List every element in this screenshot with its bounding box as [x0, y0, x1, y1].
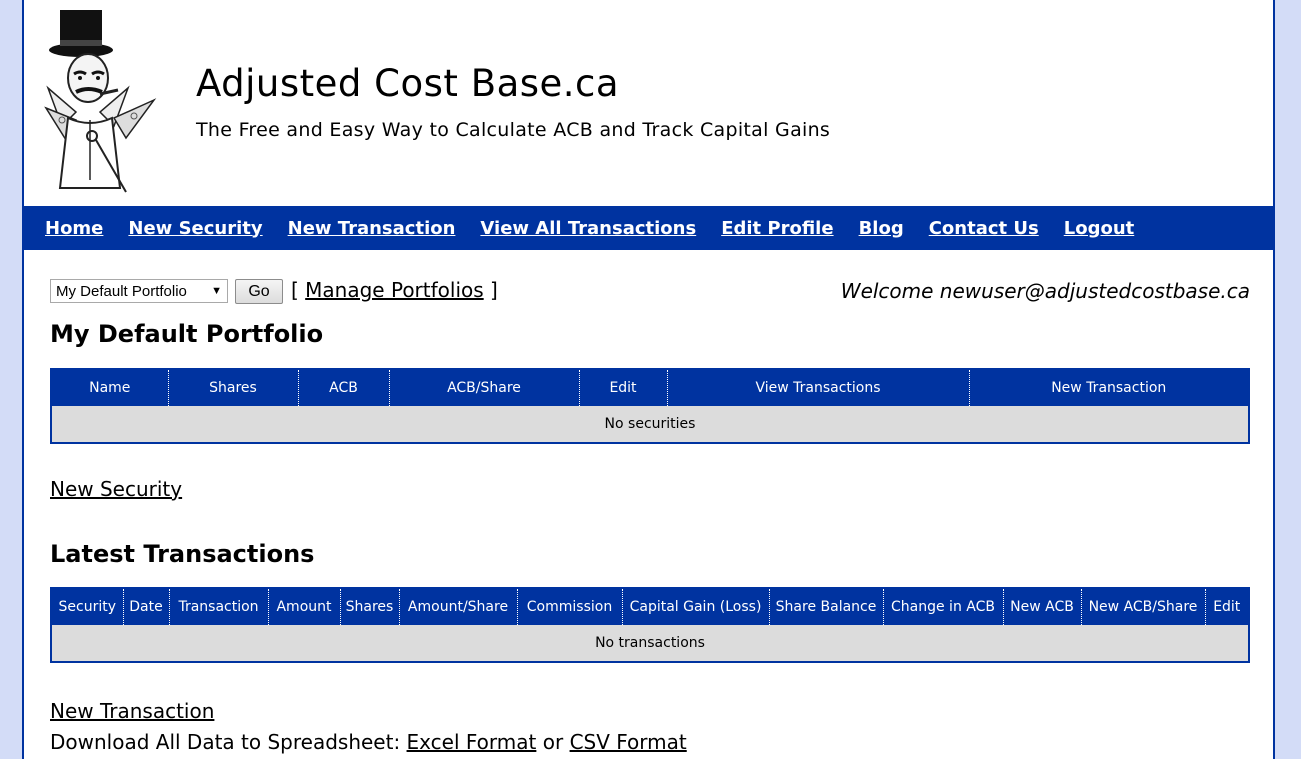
col-name: Name	[52, 370, 168, 406]
main-content: My Default Portfolio ▼ Go [ Manage Portf…	[50, 250, 1250, 754]
page: Adjusted Cost Base.ca The Free and Easy …	[22, 0, 1275, 759]
securities-header-row: Name Shares ACB ACB/Share Edit View Tran…	[52, 370, 1248, 406]
portfolio-select[interactable]: My Default Portfolio ▼	[50, 279, 228, 303]
transactions-title: Latest Transactions	[50, 540, 315, 568]
col-edit: Edit	[578, 370, 667, 406]
portfolio-select-value: My Default Portfolio	[56, 282, 187, 300]
new-transaction-link[interactable]: New Transaction	[50, 699, 214, 723]
header: Adjusted Cost Base.ca The Free and Easy …	[24, 0, 1273, 206]
nav-edit-profile[interactable]: Edit Profile	[721, 218, 833, 239]
download-label: Download All Data to Spreadsheet:	[50, 730, 401, 754]
col-transaction: Transaction	[168, 589, 268, 625]
transactions-empty-text: No transactions	[52, 625, 1248, 661]
col-acb: ACB	[297, 370, 389, 406]
download-line: Download All Data to Spreadsheet: Excel …	[50, 727, 687, 758]
go-button[interactable]: Go	[235, 279, 283, 304]
nav-new-transaction[interactable]: New Transaction	[288, 218, 456, 239]
col-shares: Shares	[167, 370, 298, 406]
col-amount-share: Amount/Share	[398, 589, 517, 625]
nav-contact-us[interactable]: Contact Us	[929, 218, 1039, 239]
portfolio-bar: My Default Portfolio ▼ Go [ Manage Portf…	[50, 250, 1250, 310]
manage-bracket-close: ]	[490, 278, 498, 302]
or-text: or	[542, 730, 564, 754]
col-commission: Commission	[516, 589, 622, 625]
col-tx-shares: Shares	[339, 589, 399, 625]
manage-portfolios-link[interactable]: Manage Portfolios	[305, 278, 484, 302]
transactions-table: Security Date Transaction Amount Shares …	[50, 587, 1250, 663]
col-view-transactions: View Transactions	[666, 370, 969, 406]
manage-portfolios: [ Manage Portfolios ]	[291, 278, 498, 302]
securities-empty-text: No securities	[52, 406, 1248, 442]
col-acb-share: ACB/Share	[388, 370, 579, 406]
nav-home[interactable]: Home	[45, 218, 103, 239]
table-row: No transactions	[52, 625, 1248, 661]
nav-logout[interactable]: Logout	[1064, 218, 1135, 239]
col-amount: Amount	[267, 589, 340, 625]
manage-bracket-open: [	[291, 278, 299, 302]
site-title: Adjusted Cost Base.ca	[196, 62, 620, 105]
new-security-link[interactable]: New Security	[50, 477, 182, 501]
welcome-text: Welcome newuser@adjustedcostbase.ca	[840, 279, 1250, 303]
table-row: No securities	[52, 406, 1248, 442]
nav-blog[interactable]: Blog	[859, 218, 904, 239]
site-tagline: The Free and Easy Way to Calculate ACB a…	[196, 119, 831, 141]
transactions-header-row: Security Date Transaction Amount Shares …	[52, 589, 1248, 625]
csv-format-link[interactable]: CSV Format	[570, 730, 687, 754]
col-change-acb: Change in ACB	[882, 589, 1003, 625]
portfolio-title: My Default Portfolio	[50, 320, 324, 348]
footer-links: New Transaction Download All Data to Spr…	[50, 696, 687, 758]
chevron-down-icon: ▼	[211, 285, 222, 297]
col-new-transaction: New Transaction	[968, 370, 1248, 406]
excel-format-link[interactable]: Excel Format	[407, 730, 537, 754]
main-nav: Home New Security New Transaction View A…	[24, 206, 1273, 250]
col-new-acb: New ACB	[1002, 589, 1081, 625]
col-share-balance: Share Balance	[768, 589, 883, 625]
col-tx-edit: Edit	[1204, 589, 1248, 625]
col-security: Security	[52, 589, 123, 625]
nav-new-security[interactable]: New Security	[128, 218, 262, 239]
securities-table: Name Shares ACB ACB/Share Edit View Tran…	[50, 368, 1250, 444]
col-date: Date	[122, 589, 169, 625]
col-new-acb-share: New ACB/Share	[1080, 589, 1205, 625]
col-capital-gain: Capital Gain (Loss)	[621, 589, 769, 625]
nav-view-all-transactions[interactable]: View All Transactions	[480, 218, 696, 239]
mascot-logo	[44, 10, 157, 193]
new-security-section: New Security	[50, 477, 182, 501]
